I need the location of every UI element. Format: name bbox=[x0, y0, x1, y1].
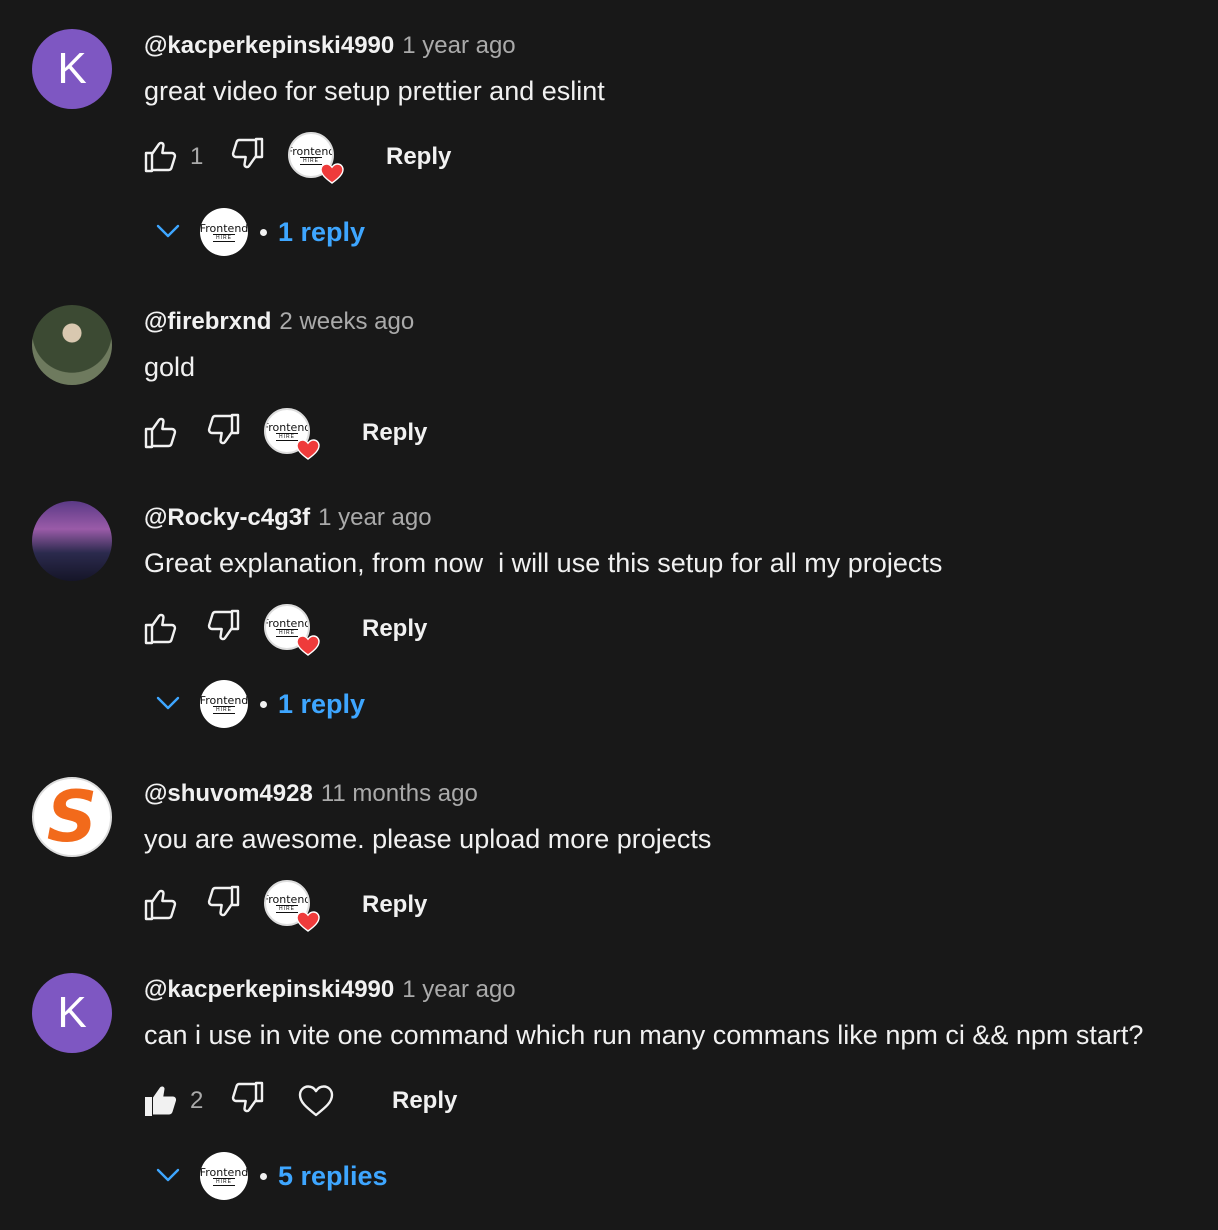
thumb-up-icon bbox=[144, 417, 177, 449]
thumb-up-icon bbox=[144, 613, 177, 645]
comment-actions: 2 Reply bbox=[140, 1073, 457, 1129]
heart-icon bbox=[296, 911, 320, 932]
thumb-down-icon bbox=[207, 609, 240, 641]
comment-header: @kacperkepinski4990 1 year ago bbox=[144, 32, 516, 60]
avatar-letter: K bbox=[57, 988, 87, 1037]
heart-icon bbox=[296, 439, 320, 460]
chevron-down-icon bbox=[156, 224, 180, 238]
avatar[interactable]: K bbox=[32, 973, 112, 1053]
creator-logo-text: Frontend bbox=[264, 420, 310, 434]
creator-heart: Frontend HIRE bbox=[288, 132, 344, 184]
like-count: 2 bbox=[190, 1087, 204, 1114]
reply-button[interactable]: Reply bbox=[362, 891, 427, 919]
creator-logo-subtext: HIRE bbox=[276, 432, 298, 441]
thumb-up-filled-icon bbox=[145, 1086, 177, 1116]
creator-logo-text: Frontend bbox=[200, 693, 248, 707]
like-button[interactable] bbox=[140, 137, 180, 177]
comment-header: @shuvom4928 11 months ago bbox=[144, 780, 478, 808]
creator-logo-text: Frontend bbox=[288, 144, 334, 158]
creator-logo-subtext: HIRE bbox=[276, 904, 298, 913]
avatar-letter: S bbox=[36, 781, 108, 853]
dislike-button[interactable] bbox=[204, 609, 244, 649]
creator-logo-text: Frontend bbox=[200, 1165, 248, 1179]
author-name[interactable]: @Rocky-c4g3f bbox=[144, 504, 310, 532]
comment-time[interactable]: 2 weeks ago bbox=[279, 308, 414, 336]
author-name[interactable]: @kacperkepinski4990 bbox=[144, 32, 394, 60]
creator-logo-subtext: HIRE bbox=[213, 233, 235, 242]
creator-logo-subtext: HIRE bbox=[300, 156, 322, 165]
replies-count: 1 reply bbox=[278, 216, 366, 247]
view-replies-button[interactable]: Frontend HIRE 1 reply bbox=[148, 676, 365, 732]
comment-time[interactable]: 1 year ago bbox=[402, 976, 515, 1004]
comment-time[interactable]: 1 year ago bbox=[402, 32, 515, 60]
separator-dot bbox=[260, 1172, 267, 1180]
reply-button[interactable]: Reply bbox=[386, 143, 451, 171]
heart-icon bbox=[320, 163, 344, 184]
view-replies-button[interactable]: Frontend HIRE 1 reply bbox=[148, 204, 365, 260]
comment-header: @Rocky-c4g3f 1 year ago bbox=[144, 504, 432, 532]
comment-actions: 1 Frontend HIRE Reply bbox=[140, 129, 451, 185]
author-name[interactable]: @shuvom4928 bbox=[144, 780, 313, 808]
comment-text: great video for setup prettier and eslin… bbox=[144, 76, 605, 106]
creator-avatar: Frontend HIRE bbox=[200, 1152, 248, 1200]
comment-actions: Frontend HIRE Reply bbox=[140, 877, 427, 933]
creator-logo-text: Frontend bbox=[264, 892, 310, 906]
heart-outline-icon bbox=[298, 1085, 334, 1117]
heart-icon bbox=[296, 635, 320, 656]
comment-actions: Frontend HIRE Reply bbox=[140, 405, 427, 461]
like-button[interactable] bbox=[140, 1081, 180, 1121]
creator-logo-subtext: HIRE bbox=[213, 705, 235, 714]
dislike-button[interactable] bbox=[204, 413, 244, 453]
reply-button[interactable]: Reply bbox=[392, 1087, 457, 1115]
author-name[interactable]: @firebrxnd bbox=[144, 308, 271, 336]
comment-text: you are awesome. please upload more proj… bbox=[144, 824, 712, 854]
comment-time[interactable]: 1 year ago bbox=[318, 504, 431, 532]
creator-logo-subtext: HIRE bbox=[276, 628, 298, 637]
avatar[interactable] bbox=[32, 305, 112, 385]
like-count: 1 bbox=[190, 143, 204, 170]
comment-header: @firebrxnd 2 weeks ago bbox=[144, 308, 414, 336]
thumb-up-icon bbox=[144, 141, 177, 173]
creator-logo-subtext: HIRE bbox=[213, 1177, 235, 1186]
thumb-up-icon bbox=[144, 889, 177, 921]
like-button[interactable] bbox=[140, 609, 180, 649]
comment-text: can i use in vite one command which run … bbox=[144, 1020, 1144, 1050]
thumb-down-icon bbox=[231, 137, 264, 169]
dislike-button[interactable] bbox=[228, 137, 268, 177]
separator-dot bbox=[260, 228, 267, 236]
thumb-down-icon bbox=[207, 885, 240, 917]
comment-text: Great explanation, from now i will use t… bbox=[144, 548, 943, 578]
author-name[interactable]: @kacperkepinski4990 bbox=[144, 976, 394, 1004]
creator-avatar: Frontend HIRE bbox=[200, 680, 248, 728]
separator-dot bbox=[260, 700, 267, 708]
comment-text: gold bbox=[144, 352, 196, 382]
creator-avatar: Frontend HIRE bbox=[200, 208, 248, 256]
avatar[interactable] bbox=[32, 501, 112, 581]
dislike-button[interactable] bbox=[228, 1081, 268, 1121]
avatar-letter: K bbox=[57, 44, 87, 93]
chevron-down-icon bbox=[156, 1168, 180, 1182]
creator-heart: Frontend HIRE bbox=[264, 880, 320, 932]
replies-count: 5 replies bbox=[278, 1160, 388, 1191]
comment-header: @kacperkepinski4990 1 year ago bbox=[144, 976, 516, 1004]
dislike-button[interactable] bbox=[204, 885, 244, 925]
like-button[interactable] bbox=[140, 885, 180, 925]
creator-logo-text: Frontend bbox=[200, 221, 248, 235]
replies-count: 1 reply bbox=[278, 688, 366, 719]
comment-time[interactable]: 11 months ago bbox=[321, 780, 478, 808]
creator-heart: Frontend HIRE bbox=[264, 604, 320, 656]
chevron-down-icon bbox=[156, 696, 180, 710]
reply-button[interactable]: Reply bbox=[362, 615, 427, 643]
like-button[interactable] bbox=[140, 413, 180, 453]
comment-actions: Frontend HIRE Reply bbox=[140, 601, 427, 657]
avatar[interactable]: S bbox=[32, 777, 112, 857]
avatar[interactable]: K bbox=[32, 29, 112, 109]
heart-button[interactable] bbox=[296, 1081, 336, 1121]
creator-logo-text: Frontend bbox=[264, 616, 310, 630]
creator-heart: Frontend HIRE bbox=[264, 408, 320, 460]
thumb-down-icon bbox=[231, 1081, 264, 1113]
view-replies-button[interactable]: Frontend HIRE 5 replies bbox=[148, 1148, 388, 1204]
reply-button[interactable]: Reply bbox=[362, 419, 427, 447]
thumb-down-icon bbox=[207, 413, 240, 445]
